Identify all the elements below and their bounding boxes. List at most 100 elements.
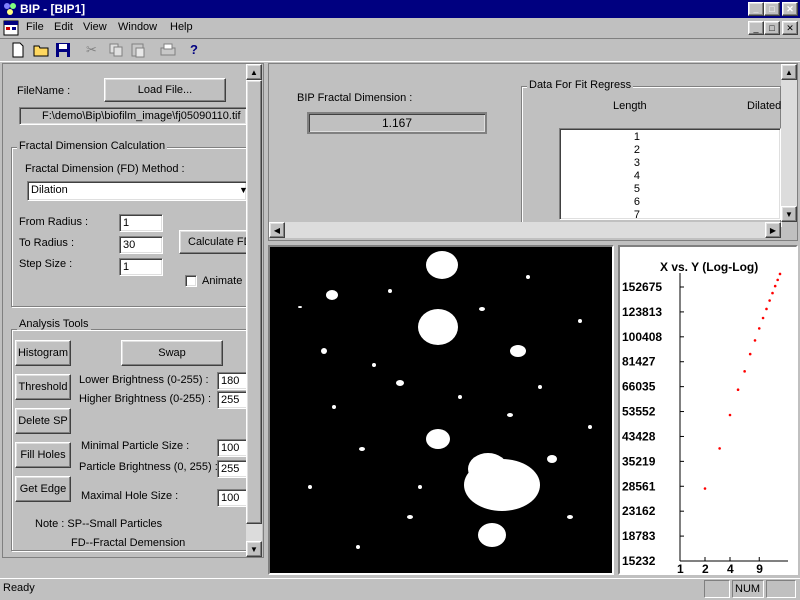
fd-calc-group-label: Fractal Dimension Calculation (17, 140, 168, 152)
chart-y-tick-label: 43428 (622, 429, 656, 443)
chart-data-point (728, 413, 732, 417)
load-file-button[interactable]: Load File... (104, 78, 226, 102)
scroll-up-icon[interactable]: ▲ (246, 64, 262, 80)
child-close-icon[interactable]: ✕ (782, 21, 798, 35)
calculate-fd-button[interactable]: Calculate FD (179, 230, 249, 254)
menu-view[interactable]: View (83, 21, 107, 33)
chart-y-tick-label: 66035 (622, 380, 656, 394)
chart-y-tick-label: 35219 (622, 454, 656, 468)
chart-data-point (765, 307, 768, 311)
fit-row-length: 5 (633, 183, 640, 195)
min-particle-input[interactable]: 100 (217, 439, 249, 457)
fit-row-length: 6 (633, 196, 640, 208)
print-icon[interactable] (160, 42, 176, 61)
fit-row-length: 4 (633, 170, 640, 182)
help-icon[interactable]: ? (190, 42, 198, 57)
left-panel: FileName : Load File... F:\demo\Bip\biof… (2, 63, 264, 558)
menu-window[interactable]: Window (118, 21, 157, 33)
fit-row-length: 7 (633, 209, 640, 220)
chart-data-point (753, 339, 757, 342)
step-size-input[interactable]: 1 (119, 258, 163, 276)
chart-y-tick-label: 15232 (622, 554, 656, 568)
chart-plot: 152675 123813 100408 81427 66035 53552 43428 35… (622, 272, 788, 573)
minimize-icon[interactable]: _ (748, 2, 764, 16)
chart-data-point (736, 388, 740, 391)
chart-y-tick-label: 123813 (622, 305, 662, 319)
status-text: Ready (3, 582, 35, 594)
chart-y-tick-label: 28561 (622, 479, 656, 493)
histogram-button[interactable]: Histogram (15, 340, 71, 366)
col-length-header: Length (613, 100, 647, 112)
toolbar: ✂ ? (0, 38, 800, 62)
fit-scroll-down-icon[interactable]: ▼ (781, 206, 797, 222)
note-line-1: Note : SP--Small Particles (35, 518, 163, 530)
maximize-icon[interactable]: □ (764, 2, 780, 16)
chart-data-point (757, 327, 761, 330)
chart-y-tick-label: 23162 (622, 504, 656, 518)
child-minimize-icon[interactable]: _ (748, 21, 764, 35)
max-hole-label: Maximal Hole Size : (81, 490, 179, 502)
particle-brightness-input[interactable]: 255 (217, 460, 249, 478)
from-radius-label: From Radius : (19, 216, 89, 228)
child-restore-icon[interactable]: □ (764, 21, 780, 35)
scroll-down-icon[interactable]: ▼ (246, 541, 262, 557)
chart-data-point (718, 447, 721, 450)
from-radius-input[interactable]: 1 (119, 214, 163, 232)
menu-edit[interactable]: Edit (54, 21, 73, 33)
step-size-label: Step Size : (19, 258, 73, 270)
delete-sp-button[interactable]: Delete SP (15, 408, 71, 434)
chart-data-point (703, 487, 707, 490)
window-title: BIP - [BIP1] (20, 2, 86, 16)
left-panel-scrollbar[interactable]: ▲ ▼ (246, 64, 262, 557)
fill-holes-button[interactable]: Fill Holes (15, 442, 71, 468)
chart-y-tick-label: 53552 (622, 405, 656, 419)
fit-row-length: 1 (633, 131, 640, 143)
fit-data-rows: 1234567 (560, 131, 770, 220)
scroll-left-icon[interactable]: ◀ (269, 222, 285, 238)
chart-data-point (761, 316, 765, 320)
close-icon[interactable]: ✕ (782, 2, 798, 16)
chart-y-tick-label: 152675 (622, 280, 662, 294)
status-pane-1 (704, 580, 730, 598)
fd-result-label: BIP Fractal Dimension : (297, 92, 413, 104)
higher-brightness-input[interactable]: 255 (217, 391, 249, 409)
col-dilated-header: Dilated (747, 100, 782, 112)
swap-button[interactable]: Swap (121, 340, 223, 366)
fit-list-vscroll[interactable]: ▲ ▼ (781, 64, 797, 222)
chart-x-tick-label: 9 (756, 562, 763, 573)
app-icon (3, 2, 17, 16)
doc-icon[interactable] (3, 20, 19, 36)
fit-data-group-label: Data For Fit Regress (527, 79, 634, 91)
to-radius-input[interactable]: 30 (119, 236, 163, 254)
threshold-button[interactable]: Threshold (15, 374, 71, 400)
open-folder-icon[interactable] (33, 42, 49, 61)
copy-icon[interactable] (108, 42, 124, 61)
scroll-thumb[interactable] (246, 80, 262, 524)
menu-help[interactable]: Help (170, 21, 193, 33)
fit-scroll-up-icon[interactable]: ▲ (781, 64, 797, 80)
fd-method-select[interactable]: Dilation (27, 181, 247, 201)
results-hscroll[interactable]: ◀ ▶ (269, 222, 781, 238)
cut-icon[interactable]: ✂ (86, 42, 97, 58)
particle-brightness-label: Particle Brightness (0, 255) : (79, 461, 218, 473)
menu-file[interactable]: File (26, 21, 44, 33)
menu-bar: File Edit View Window Help _ □ ✕ (0, 18, 800, 38)
chart-x-tick-label: 1 (677, 562, 684, 573)
chart-x-tick-label: 2 (702, 562, 709, 573)
fd-result-value: 1.167 (307, 112, 487, 134)
file-path-field: F:\demo\Bip\biofilm_image\fj05090110.tif (19, 107, 247, 125)
save-icon[interactable] (55, 42, 71, 61)
lower-brightness-input[interactable]: 180 (217, 372, 249, 390)
max-hole-input[interactable]: 100 (217, 489, 249, 507)
get-edge-button[interactable]: Get Edge (15, 476, 71, 502)
fit-data-list[interactable]: 1234567 (559, 128, 781, 220)
animate-label: Animate (202, 275, 243, 287)
new-file-icon[interactable] (10, 42, 26, 61)
paste-icon[interactable] (130, 42, 146, 61)
fit-row-length: 3 (633, 157, 640, 169)
scroll-right-icon[interactable]: ▶ (765, 222, 781, 238)
note-line-2: FD--Fractal Demension (71, 537, 186, 549)
animate-checkbox[interactable] (185, 275, 197, 287)
biofilm-image-graphic (270, 247, 612, 573)
chart-data-point (768, 299, 771, 302)
